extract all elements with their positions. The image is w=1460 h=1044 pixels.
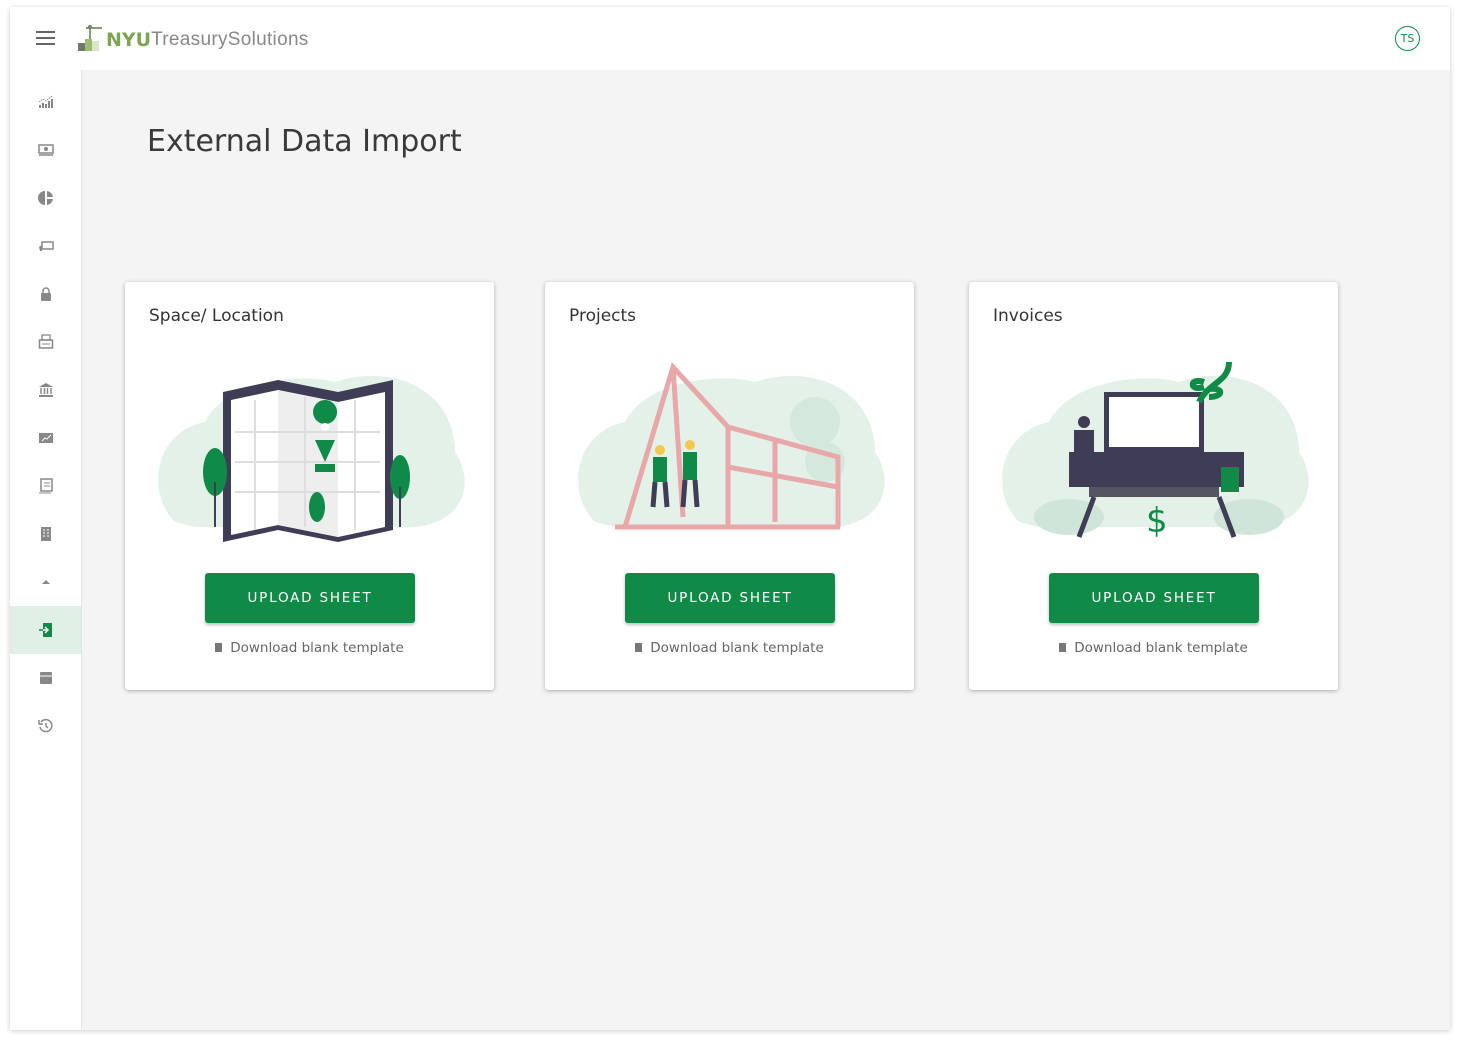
sidebar-item-chart-image[interactable] — [10, 414, 81, 462]
sidebar-item-archive[interactable] — [10, 654, 81, 702]
sidebar-item-bank[interactable] — [10, 366, 81, 414]
sidebar-item-cash[interactable] — [10, 126, 81, 174]
card-invoices: Invoices $ UPLOAD SHEET Download blank t… — [969, 282, 1338, 690]
chart-image-icon — [38, 433, 53, 443]
card-projects: Projects UPLOAD SHEET Download blank tem… — [545, 282, 914, 690]
svg-text:$: $ — [1146, 501, 1168, 541]
sidebar-item-printer[interactable] — [10, 318, 81, 366]
download-template-label: Download blank template — [1074, 640, 1248, 656]
upload-sheet-button[interactable]: UPLOAD SHEET — [1049, 573, 1259, 623]
sidebar-item-collapse[interactable] — [10, 558, 81, 606]
logo-light: TreasurySolutions — [151, 29, 309, 50]
analytics-icon — [38, 95, 53, 108]
history-icon — [37, 718, 53, 733]
download-template-link[interactable]: Download blank template — [125, 640, 494, 656]
upload-sheet-button[interactable]: UPLOAD SHEET — [205, 573, 415, 623]
invoice-icon: $ — [1002, 361, 1309, 541]
card-title: Projects — [569, 306, 637, 326]
sidebar-item-pie[interactable] — [10, 174, 81, 222]
logo-bold: NYU — [106, 29, 152, 51]
logo[interactable]: NYU TreasurySolutions — [78, 25, 309, 51]
construction-icon — [578, 362, 885, 530]
building-icon — [40, 527, 51, 541]
archive-icon — [39, 672, 52, 684]
card-title: Invoices — [993, 306, 1063, 326]
document-icon — [1059, 643, 1067, 652]
download-template-label: Download blank template — [650, 640, 824, 656]
sidebar-item-payment[interactable] — [10, 222, 81, 270]
page-title: External Data Import — [147, 124, 462, 159]
cash-icon — [37, 144, 54, 156]
import-icon — [38, 623, 52, 637]
hamburger-icon[interactable] — [36, 31, 55, 45]
pie-chart-icon — [37, 191, 53, 205]
collapse-up-icon — [41, 580, 50, 584]
sidebar-item-import[interactable] — [10, 606, 81, 654]
card-title: Space/ Location — [149, 306, 284, 326]
download-template-label: Download blank template — [230, 640, 404, 656]
payment-icon — [38, 241, 54, 251]
download-template-link[interactable]: Download blank template — [969, 640, 1338, 656]
header: NYU TreasurySolutions TS — [10, 7, 1450, 70]
document-icon — [215, 643, 223, 652]
download-template-link[interactable]: Download blank template — [545, 640, 914, 656]
sidebar-item-list[interactable] — [10, 462, 81, 510]
sidebar-item-building[interactable] — [10, 510, 81, 558]
printer-icon — [38, 334, 53, 349]
upload-sheet-button[interactable]: UPLOAD SHEET — [625, 573, 835, 623]
logo-icon — [78, 25, 102, 51]
lock-icon — [40, 287, 51, 301]
avatar[interactable]: TS — [1395, 26, 1420, 51]
map-icon — [158, 375, 465, 542]
sidebar — [10, 70, 82, 1030]
sidebar-item-analytics[interactable] — [10, 78, 81, 126]
app-window: NYU TreasurySolutions TS External Data I… — [10, 7, 1450, 1030]
card-space-location: Space/ Location UPLOAD SHEET Download bl… — [125, 282, 494, 690]
sidebar-item-lock[interactable] — [10, 270, 81, 318]
bank-icon — [38, 383, 53, 397]
list-document-icon — [38, 478, 53, 494]
document-icon — [635, 643, 643, 652]
sidebar-item-history[interactable] — [10, 702, 81, 750]
